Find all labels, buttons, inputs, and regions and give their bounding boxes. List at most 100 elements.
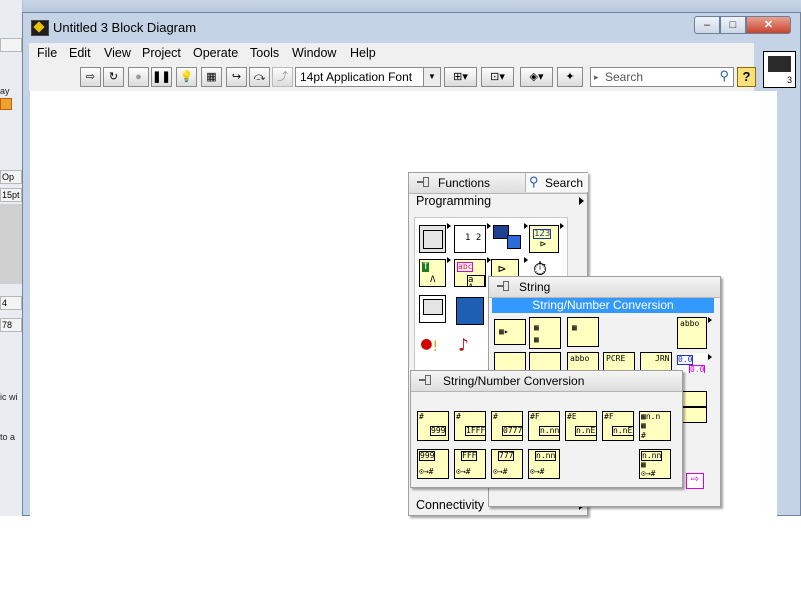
chevron-right-icon bbox=[579, 197, 584, 205]
dialog-icon[interactable] bbox=[419, 295, 446, 323]
palette-search-button[interactable]: ⚲ Search bbox=[525, 173, 588, 192]
search-input[interactable]: Search ▸ ⚲ bbox=[590, 67, 734, 87]
functions-palette-title: Functions bbox=[438, 176, 491, 190]
functions-palette-header: Functions ⚲ Search bbox=[409, 173, 588, 194]
chevron-right-icon bbox=[560, 223, 564, 229]
string-length-icon[interactable]: ▦▸ bbox=[494, 319, 526, 345]
background-ruler bbox=[0, 38, 22, 52]
menu-tools[interactable]: Tools bbox=[250, 46, 279, 60]
minimize-button[interactable]: – bbox=[694, 16, 720, 34]
align-objects-icon[interactable]: ⊞▾ bbox=[444, 67, 477, 87]
category-programming[interactable]: Programming bbox=[416, 194, 491, 208]
window-title: Untitled 3 Block Diagram bbox=[53, 20, 197, 35]
number-to-octal-string-icon[interactable]: #0777 bbox=[491, 411, 523, 441]
search-icon[interactable]: ⚲ bbox=[719, 67, 729, 85]
chevron-down-icon: ▼ bbox=[423, 68, 440, 86]
context-help-button[interactable]: ? bbox=[737, 67, 756, 87]
decimal-string-to-number-icon[interactable]: 999 ⊙→# bbox=[417, 449, 449, 479]
string-palette-title: String bbox=[519, 280, 551, 294]
font-select[interactable]: 14pt Application Font ▼ bbox=[295, 67, 441, 87]
step-over-icon[interactable]: ⤼ bbox=[249, 67, 270, 87]
background-indicator bbox=[0, 98, 12, 110]
abort-icon[interactable]: ● bbox=[128, 67, 149, 87]
string-palette-header: String bbox=[489, 277, 720, 298]
pause-icon[interactable]: ❚❚ bbox=[151, 67, 172, 87]
clean-up-diagram-icon[interactable]: ✦ bbox=[557, 67, 583, 87]
boolean-icon[interactable]: TΛ bbox=[419, 259, 446, 287]
background-text: ay bbox=[0, 86, 10, 96]
background-window-panel: ay Op 15pt 4 78 ic wi to a bbox=[0, 0, 23, 516]
search-icon: ⚲ bbox=[529, 174, 539, 189]
menu-project[interactable]: Project bbox=[142, 46, 181, 60]
string-number-conversion-item[interactable]: String/Number Conversion bbox=[492, 298, 714, 313]
font-select-label: 14pt Application Font bbox=[300, 70, 413, 84]
menu-window[interactable]: Window bbox=[292, 46, 336, 60]
menu-file[interactable]: File bbox=[37, 46, 57, 60]
background-cell: Op bbox=[0, 170, 22, 184]
distribute-objects-icon[interactable]: ⊡▾ bbox=[481, 67, 514, 87]
maximize-button[interactable]: □ bbox=[720, 16, 746, 34]
conversion-palette-title: String/Number Conversion bbox=[443, 374, 585, 388]
fract-exp-string-to-number-icon[interactable]: n.nn ⊙→# bbox=[528, 449, 560, 479]
number-to-exponential-string-icon[interactable]: #En.nEn bbox=[565, 411, 597, 441]
numeric-icon[interactable]: 123 ⊳ bbox=[529, 225, 559, 253]
vi-icon[interactable] bbox=[763, 51, 796, 88]
format-into-string-icon[interactable]: abbo bbox=[677, 317, 707, 349]
background-text: ic wi bbox=[0, 392, 18, 402]
toolbar: ⇨ ↻ ● ❚❚ 💡 ▦ ↪ ⤼ ⤴ 14pt Application Font… bbox=[29, 63, 756, 92]
labview-icon bbox=[31, 20, 49, 36]
pin-icon[interactable] bbox=[419, 375, 433, 386]
chevron-right-icon bbox=[708, 317, 712, 323]
structures-icon[interactable] bbox=[419, 225, 446, 253]
close-button[interactable]: ✕ bbox=[746, 16, 791, 34]
background-block bbox=[0, 204, 22, 284]
background-cell: 78 bbox=[0, 318, 22, 332]
highlight-execution-icon[interactable]: 💡 bbox=[176, 67, 197, 87]
dropdown-arrow-icon: ▸ bbox=[594, 72, 599, 82]
palette-search-label: Search bbox=[545, 176, 584, 190]
menu-operate[interactable]: Operate bbox=[193, 46, 238, 60]
error-icon[interactable]: ●! bbox=[419, 333, 446, 369]
conversion-palette-header: String/Number Conversion bbox=[411, 371, 682, 392]
menu-help[interactable]: Help bbox=[350, 46, 376, 60]
background-cell: 15pt bbox=[0, 188, 22, 202]
concatenate-strings-icon[interactable]: ▦ ▦ bbox=[529, 317, 561, 349]
hex-string-to-number-icon[interactable]: FFF ⊙→# bbox=[454, 449, 486, 479]
menu-edit[interactable]: Edit bbox=[69, 46, 91, 60]
string-constant-icon[interactable]: ⇨ bbox=[686, 473, 704, 489]
title-bar[interactable]: Untitled 3 Block Diagram – □ ✕ bbox=[23, 13, 800, 43]
string-number-conversion-palette: String/Number Conversion #999 #1FFF #077… bbox=[410, 370, 683, 488]
chevron-right-icon bbox=[524, 257, 528, 263]
chevron-right-icon bbox=[708, 354, 712, 360]
run-icon[interactable]: ⇨ bbox=[80, 67, 101, 87]
background-text: to a bbox=[0, 432, 16, 442]
chevron-right-icon bbox=[447, 223, 451, 229]
menu-view[interactable]: View bbox=[104, 46, 131, 60]
chevron-right-icon bbox=[447, 257, 451, 263]
waveform-icon[interactable]: ♪ bbox=[454, 333, 486, 367]
menu-bar: File Edit View Project Operate Tools Win… bbox=[29, 43, 754, 63]
number-to-hex-string-icon[interactable]: #1FFF bbox=[454, 411, 486, 441]
run-continuously-icon[interactable]: ↻ bbox=[103, 67, 124, 87]
file-io-icon[interactable] bbox=[454, 295, 486, 325]
pin-icon[interactable] bbox=[417, 177, 431, 188]
step-out-icon[interactable]: ⤴ bbox=[272, 67, 293, 87]
background-cell: 4 bbox=[0, 296, 22, 310]
retain-wire-values-icon[interactable]: ▦ bbox=[201, 67, 222, 87]
string-icon[interactable]: abca A bbox=[454, 259, 486, 287]
search-placeholder: Search bbox=[605, 70, 644, 84]
number-to-fractional-string-icon[interactable]: #F n.nn bbox=[528, 411, 560, 441]
array-icon[interactable]: 1 2 bbox=[454, 225, 486, 253]
string-subset-icon[interactable]: ▦ bbox=[567, 317, 599, 347]
chevron-right-icon bbox=[524, 223, 528, 229]
category-connectivity[interactable]: Connectivity bbox=[416, 498, 484, 512]
number-to-engineering-string-icon[interactable]: #Fn.nE2 bbox=[602, 411, 634, 441]
octal-string-to-number-icon[interactable]: 777 ⊙→# bbox=[491, 449, 523, 479]
pin-icon[interactable] bbox=[497, 281, 511, 292]
scan-value-icon[interactable]: ▦n.n ▦ # bbox=[639, 411, 671, 441]
step-into-icon[interactable]: ↪ bbox=[226, 67, 247, 87]
cluster-icon[interactable] bbox=[491, 223, 523, 253]
number-to-decimal-string-icon[interactable]: #999 bbox=[417, 411, 449, 441]
format-value-icon[interactable]: n.nn ▦ ⊙→# bbox=[639, 449, 671, 479]
reorder-icon[interactable]: ◈▾ bbox=[520, 67, 553, 87]
